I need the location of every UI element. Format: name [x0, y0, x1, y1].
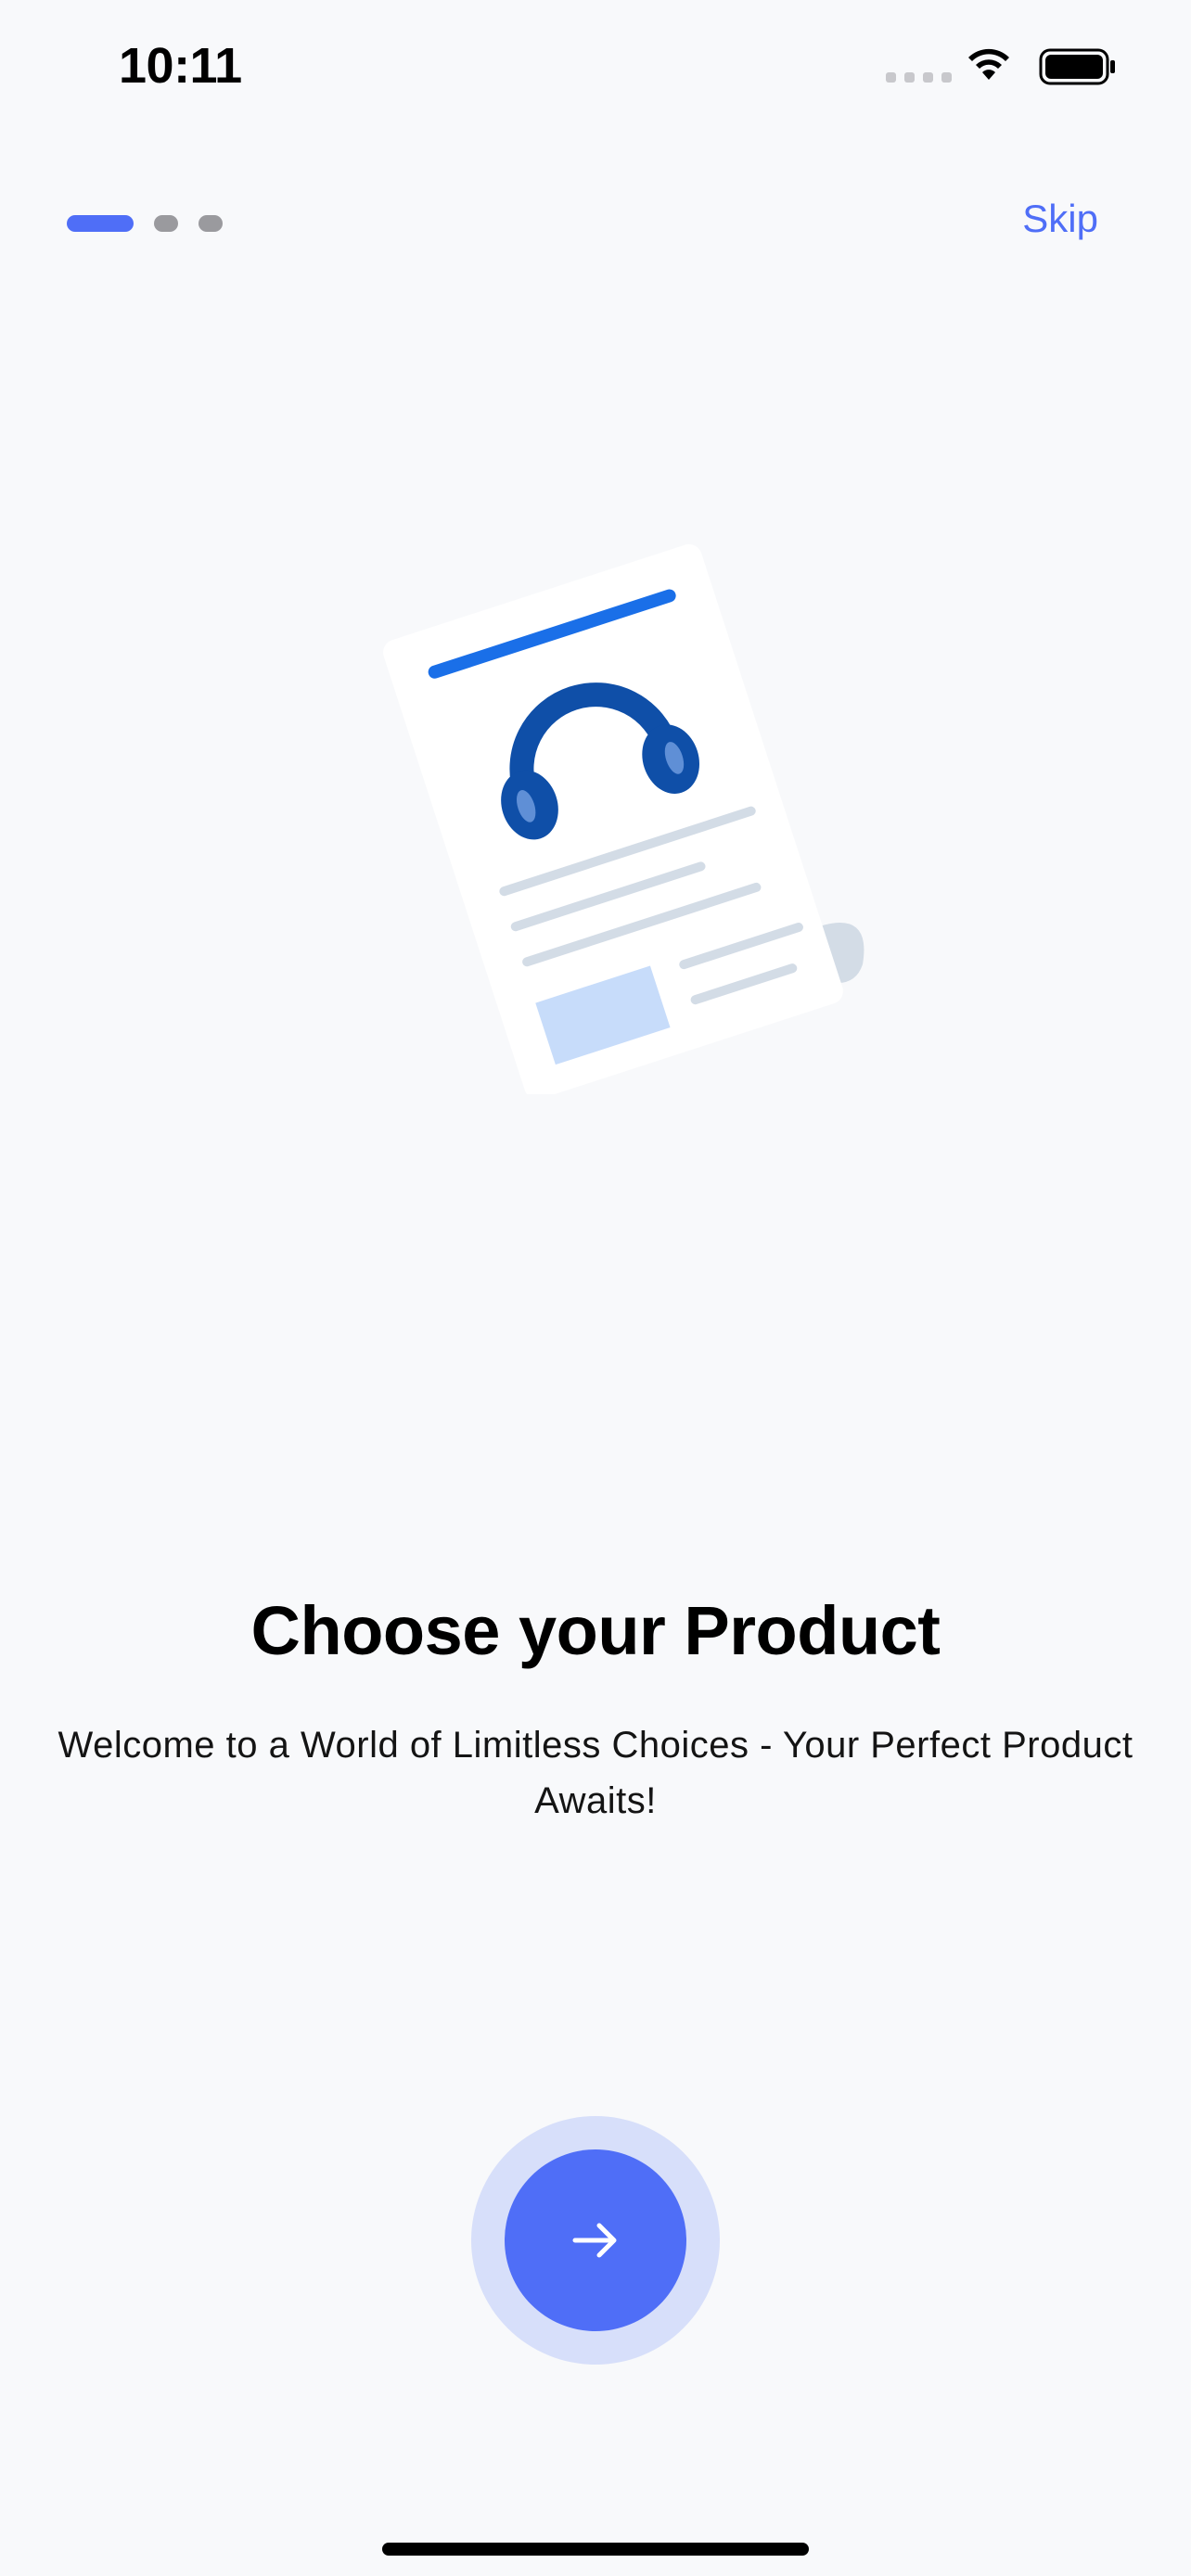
onboarding-title: Choose your Product	[250, 1592, 941, 1669]
page-dot	[198, 215, 223, 232]
page-dot	[154, 215, 178, 232]
next-button[interactable]	[505, 2149, 686, 2331]
onboarding-subtitle: Welcome to a World of Limitless Choices …	[58, 1725, 1133, 1821]
signal-icon	[886, 72, 952, 83]
document-with-headphones-illustration	[383, 543, 864, 1094]
wifi-icon	[968, 48, 1009, 80]
next-button-ring	[471, 2116, 720, 2365]
home-indicator	[382, 2543, 809, 2556]
page-dot-active	[67, 215, 134, 232]
onboarding-screen: 10:11 Skip Choose your Product Welcome t…	[0, 0, 1191, 2576]
status-time: 10:11	[119, 38, 242, 94]
skip-button[interactable]: Skip	[1022, 197, 1098, 241]
arrow-right-icon	[572, 2223, 617, 2258]
battery-icon	[1039, 48, 1115, 85]
page-indicator	[67, 215, 223, 232]
